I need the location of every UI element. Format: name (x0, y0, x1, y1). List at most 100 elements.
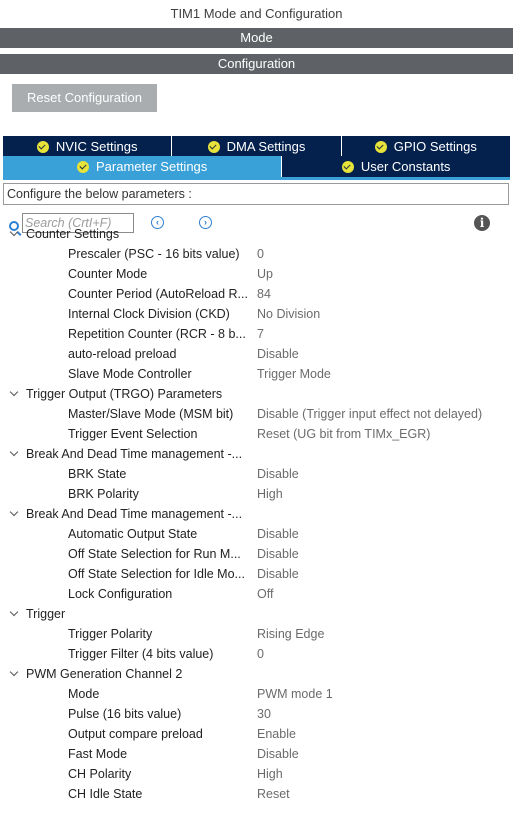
chevron-down-icon[interactable] (9, 667, 19, 677)
parameter-name: Counter Mode (68, 267, 148, 281)
parameter-row[interactable]: Master/Slave Mode (MSM bit) Disable (Trig… (0, 404, 513, 424)
tab-user-constants[interactable]: User Constants (282, 156, 510, 177)
parameter-row[interactable]: Lock Configuration Off (0, 584, 513, 604)
group-label: Trigger (26, 607, 66, 621)
chevron-down-icon[interactable] (9, 227, 19, 237)
parameter-name: BRK Polarity (68, 487, 139, 501)
parameter-value[interactable]: 84 (257, 284, 271, 304)
chevron-down-icon[interactable] (9, 447, 19, 457)
parameter-value[interactable]: 0 (257, 644, 264, 664)
chevron-down-icon[interactable] (9, 507, 19, 517)
parameter-row[interactable]: Trigger Filter (4 bits value) 0 (0, 644, 513, 664)
group-label: Counter Settings (26, 227, 120, 241)
parameter-name: Trigger Event Selection (68, 427, 198, 441)
parameter-name: Off State Selection for Run M... (68, 547, 241, 561)
group-header[interactable]: Trigger (0, 604, 513, 624)
parameter-value[interactable]: Reset (257, 784, 290, 804)
parameter-value[interactable]: Off (257, 584, 273, 604)
tab-label: NVIC Settings (55, 139, 138, 154)
parameter-row[interactable]: Trigger Polarity Rising Edge (0, 624, 513, 644)
parameter-row[interactable]: CH Idle State Reset (0, 784, 513, 804)
parameter-value[interactable]: High (257, 764, 283, 784)
parameter-value[interactable]: Disable (257, 524, 299, 544)
window-title: TIM1 Mode and Configuration (170, 6, 343, 21)
parameter-row[interactable]: Off State Selection for Run M... Disable (0, 544, 513, 564)
parameter-name: Trigger Polarity (68, 627, 153, 641)
tab-gpio-settings[interactable]: GPIO Settings (341, 136, 510, 157)
parameter-value[interactable]: PWM mode 1 (257, 684, 333, 704)
parameter-value[interactable]: No Division (257, 304, 320, 324)
parameter-row[interactable]: BRK Polarity High (0, 484, 513, 504)
parameter-value[interactable]: Rising Edge (257, 624, 324, 644)
check-icon (374, 140, 387, 153)
parameter-row[interactable]: Internal Clock Division (CKD) No Division (0, 304, 513, 324)
group-label: Break And Dead Time management -... (26, 507, 243, 521)
group-header[interactable]: Counter Settings (0, 224, 513, 244)
parameter-value[interactable]: Reset (UG bit from TIMx_EGR) (257, 424, 430, 444)
parameter-row[interactable]: Prescaler (PSC - 16 bits value) 0 (0, 244, 513, 264)
parameter-value[interactable]: Enable (257, 724, 296, 744)
parameter-value[interactable]: Disable (Trigger input effect not delaye… (257, 404, 482, 424)
configuration-section-bar[interactable]: Configuration (0, 54, 513, 74)
check-icon (77, 160, 89, 173)
active-tab-underline (3, 177, 510, 180)
parameter-row[interactable]: Output compare preload Enable (0, 724, 513, 744)
tab-label: Parameter Settings (96, 159, 208, 174)
parameter-value[interactable]: Disable (257, 544, 299, 564)
parameter-name: auto-reload preload (68, 347, 177, 361)
parameter-name: Slave Mode Controller (68, 367, 192, 381)
parameter-name: Trigger Filter (4 bits value) (68, 647, 214, 661)
tab-label: DMA Settings (226, 139, 306, 154)
tab-label: GPIO Settings (393, 139, 477, 154)
parameter-name: CH Idle State (68, 787, 143, 801)
parameter-row[interactable]: Off State Selection for Idle Mo... Disabl… (0, 564, 513, 584)
parameter-row[interactable]: Slave Mode Controller Trigger Mode (0, 364, 513, 384)
parameter-value[interactable]: Disable (257, 344, 299, 364)
chevron-down-icon[interactable] (9, 387, 19, 397)
parameter-row[interactable]: Counter Mode Up (0, 264, 513, 284)
parameter-row[interactable]: BRK State Disable (0, 464, 513, 484)
parameter-name: CH Polarity (68, 767, 132, 781)
parameter-value[interactable]: Trigger Mode (257, 364, 331, 384)
check-icon (36, 140, 49, 153)
parameter-name: Master/Slave Mode (MSM bit) (68, 407, 234, 421)
parameter-row[interactable]: Automatic Output State Disable (0, 524, 513, 544)
check-icon (341, 160, 354, 173)
mode-section-bar[interactable]: Mode (0, 28, 513, 48)
group-header[interactable]: Break And Dead Time management -... (0, 504, 513, 524)
tab-nvic-settings[interactable]: NVIC Settings (3, 136, 173, 157)
parameter-value[interactable]: Disable (257, 744, 299, 764)
tab-label: User Constants (360, 159, 451, 174)
parameter-name: Lock Configuration (68, 587, 173, 601)
parameter-value[interactable]: Disable (257, 464, 299, 484)
group-header[interactable]: Trigger Output (TRGO) Parameters (0, 384, 513, 404)
group-header[interactable]: PWM Generation Channel 2 (0, 664, 513, 684)
group-label: PWM Generation Channel 2 (26, 667, 183, 681)
parameter-row[interactable]: auto-reload preload Disable (0, 344, 513, 364)
parameter-name: Mode (68, 687, 100, 701)
tab-dma-settings[interactable]: DMA Settings (172, 136, 342, 157)
tab-row-top: NVIC Settings DMA Settings GPIO Settings (3, 136, 510, 157)
parameter-name: Off State Selection for Idle Mo... (68, 567, 245, 581)
parameter-row[interactable]: Counter Period (AutoReload R... 84 (0, 284, 513, 304)
parameter-value[interactable]: 30 (257, 704, 271, 724)
parameter-row[interactable]: Mode PWM mode 1 (0, 684, 513, 704)
reset-configuration-button[interactable]: Reset Configuration (12, 84, 157, 112)
parameter-name: Counter Period (AutoReload R... (68, 287, 248, 301)
parameter-row[interactable]: Repetition Counter (RCR - 8 b... 7 (0, 324, 513, 344)
tab-parameter-settings[interactable]: Parameter Settings (3, 156, 283, 177)
parameter-row[interactable]: CH Polarity High (0, 764, 513, 784)
parameter-name: Internal Clock Division (CKD) (68, 307, 230, 321)
parameter-value[interactable]: Disable (257, 564, 299, 584)
tab-row-bottom: Parameter Settings User Constants (3, 156, 510, 177)
parameter-row[interactable]: Pulse (16 bits value) 30 (0, 704, 513, 724)
parameter-value[interactable]: Up (257, 264, 273, 284)
group-header[interactable]: Break And Dead Time management -... (0, 444, 513, 464)
parameter-value[interactable]: High (257, 484, 283, 504)
settings-tabs: NVIC Settings DMA Settings GPIO Settings… (0, 136, 513, 177)
parameter-row[interactable]: Fast Mode Disable (0, 744, 513, 764)
parameter-value[interactable]: 7 (257, 324, 264, 344)
parameter-row[interactable]: Trigger Event Selection Reset (UG bit fro… (0, 424, 513, 444)
chevron-down-icon[interactable] (9, 607, 19, 617)
parameter-value[interactable]: 0 (257, 244, 264, 264)
